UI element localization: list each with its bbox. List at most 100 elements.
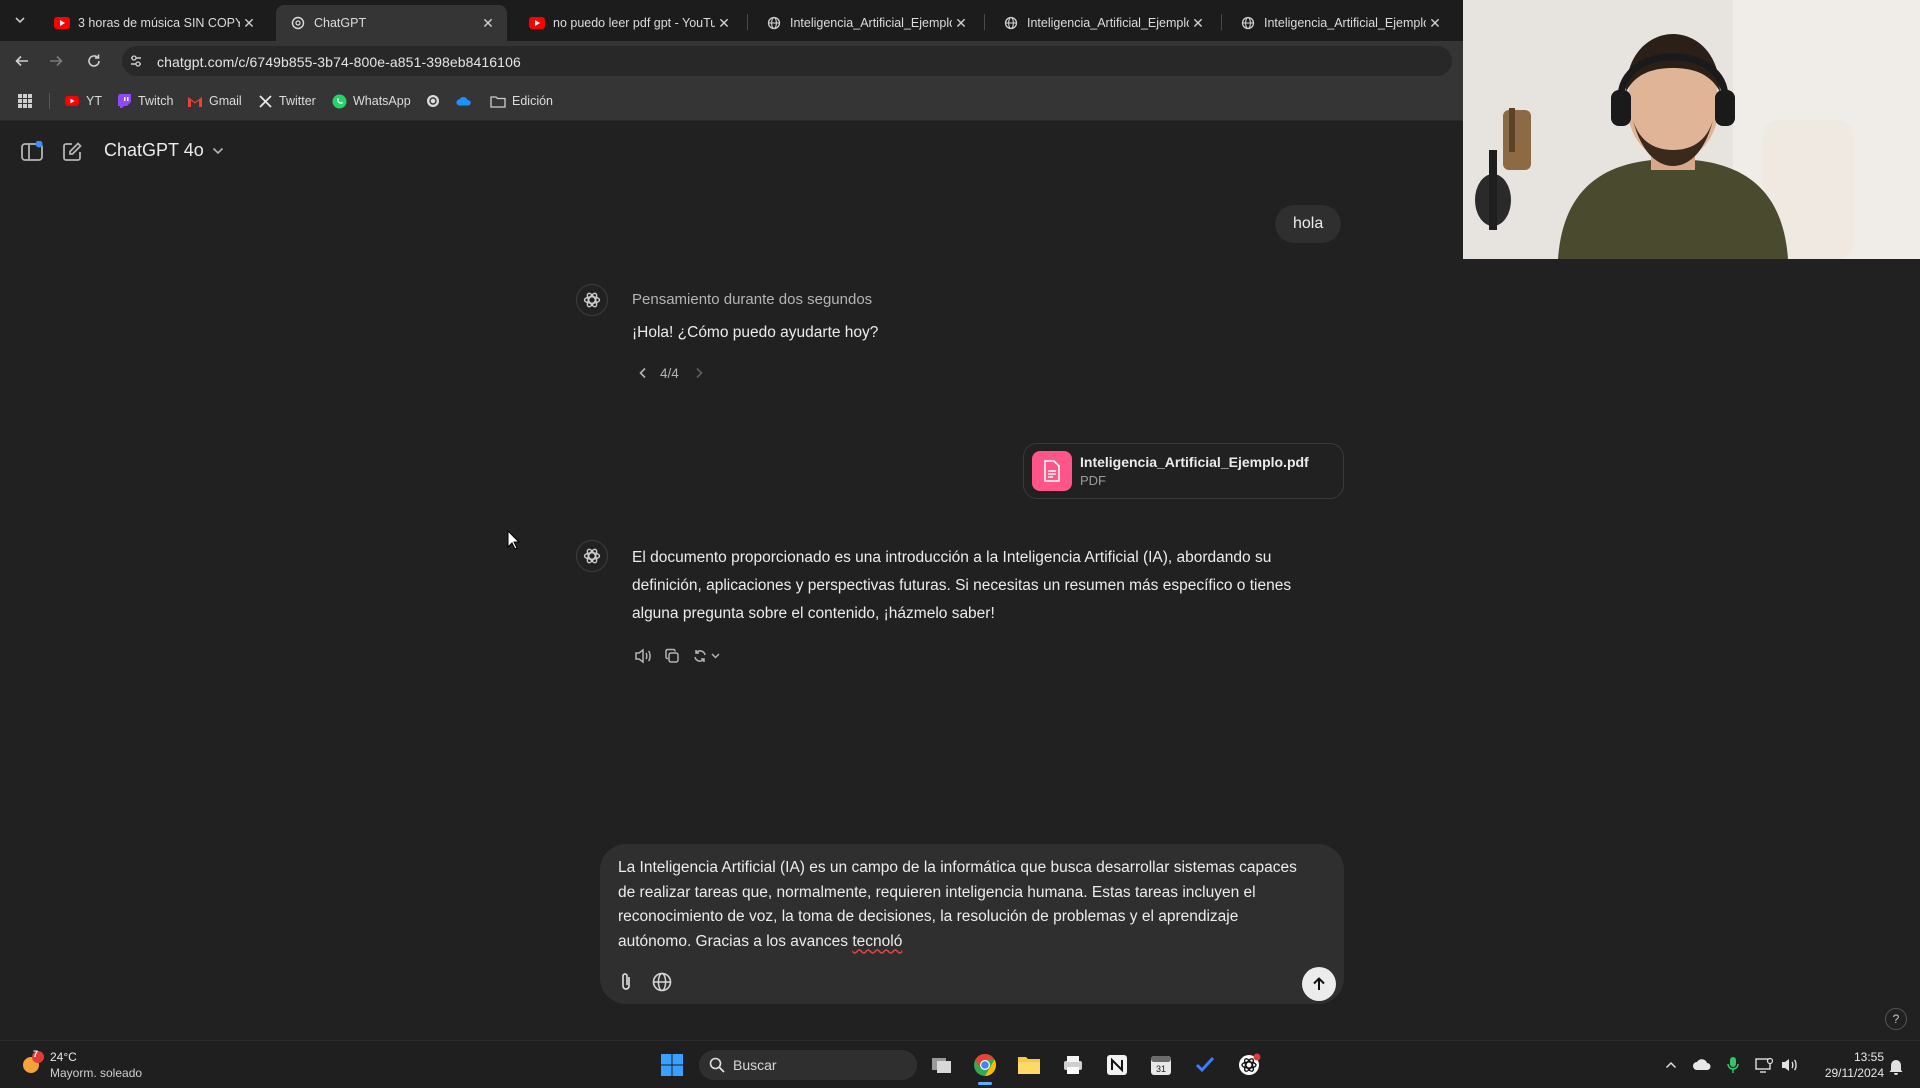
- weather-description[interactable]: Mayorm. soleado: [50, 1066, 142, 1080]
- assistant-message: El documento proporcionado es una introd…: [632, 544, 1352, 628]
- file-name: Inteligencia_Artificial_Ejemplo.pdf: [1080, 454, 1309, 470]
- twitch-icon: [116, 93, 132, 109]
- taskbar-search[interactable]: Buscar: [699, 1050, 917, 1080]
- copy-icon[interactable]: [661, 645, 683, 667]
- gmail-icon: [187, 93, 203, 109]
- weather-temperature[interactable]: 24°C: [50, 1050, 77, 1064]
- chevron-up-icon[interactable]: [1664, 1058, 1678, 1072]
- volume-icon[interactable]: [1780, 1057, 1798, 1073]
- bookmark-onedrive[interactable]: [456, 91, 478, 111]
- composer-line-text: autónomo. Gracias a los avances: [618, 932, 853, 950]
- clock-time[interactable]: 13:55: [1848, 1050, 1884, 1064]
- document-icon: [1032, 451, 1072, 491]
- browser-tab[interactable]: Inteligencia_Artificial_Ejemplo.p ✕: [752, 5, 980, 41]
- bookmark-divider: [49, 93, 50, 109]
- attach-paperclip-icon[interactable]: [612, 968, 640, 996]
- assistant-message-line: definición, aplicaciones y perspectivas …: [632, 577, 1292, 594]
- bookmark-folder-edicion[interactable]: Edición: [490, 91, 553, 111]
- bookmark-label: Twitch: [138, 94, 174, 108]
- back-arrow-icon[interactable]: [10, 49, 34, 73]
- bookmark-label: YT: [86, 94, 102, 108]
- tab-divider: [1221, 14, 1222, 30]
- bookmark-gmail[interactable]: Gmail: [187, 91, 242, 111]
- misspelled-word: tecnoló: [852, 932, 903, 950]
- close-icon[interactable]: ✕: [1426, 14, 1444, 32]
- regenerate-icon[interactable]: [690, 645, 726, 667]
- chevron-right-icon[interactable]: [692, 366, 706, 380]
- weather-badge: 7: [33, 1049, 39, 1059]
- tasks-check-icon[interactable]: [1192, 1052, 1218, 1078]
- calendar-icon[interactable]: 31: [1148, 1052, 1174, 1078]
- file-attachment[interactable]: Inteligencia_Artificial_Ejemplo.pdf PDF: [1023, 443, 1344, 499]
- apps-grid-icon[interactable]: [17, 91, 33, 111]
- active-app-indicator: [978, 1082, 992, 1085]
- chevron-left-icon[interactable]: [636, 366, 650, 380]
- composer-line: autónomo. Gracias a los avances tecnoló: [618, 930, 1330, 955]
- whatsapp-icon: [331, 93, 347, 109]
- composer-input[interactable]: La Inteligencia Artificial (IA) es un ca…: [618, 856, 1330, 954]
- model-selector[interactable]: ChatGPT 4o: [104, 140, 224, 161]
- notification-bell-icon[interactable]: [1888, 1057, 1904, 1075]
- chatgpt-app-icon[interactable]: [1236, 1052, 1262, 1078]
- web-search-globe-icon[interactable]: [648, 968, 676, 996]
- search-placeholder: Buscar: [733, 1057, 777, 1073]
- tab-title: 3 horas de música SIN COPYRIG: [78, 16, 240, 30]
- close-icon[interactable]: ✕: [952, 14, 970, 32]
- assistant-avatar: [576, 540, 608, 572]
- chatgpt-icon: [290, 15, 306, 31]
- url-text[interactable]: chatgpt.com/c/6749b855-3b74-800e-a851-39…: [157, 54, 521, 70]
- youtube-icon: [54, 15, 70, 31]
- assistant-message-line: alguna pregunta sobre el contenido, ¡ház…: [632, 605, 995, 622]
- close-icon[interactable]: ✕: [479, 14, 497, 32]
- new-chat-icon[interactable]: [58, 138, 86, 166]
- close-icon[interactable]: ✕: [715, 14, 733, 32]
- tab-divider: [747, 14, 748, 30]
- reasoning-toggle[interactable]: Pensamiento durante dos segundos: [632, 291, 872, 308]
- sidebar-toggle-icon[interactable]: [18, 138, 46, 166]
- chrome-icon[interactable]: [972, 1052, 998, 1078]
- globe-icon: [1240, 15, 1256, 31]
- bookmark-yt[interactable]: YT: [64, 91, 102, 111]
- forward-arrow-icon[interactable]: [44, 49, 68, 73]
- read-aloud-icon[interactable]: [632, 645, 654, 667]
- composer-line: reconocimiento de voz, la toma de decisi…: [618, 908, 1239, 925]
- search-icon: [709, 1057, 725, 1073]
- notion-icon[interactable]: [1104, 1052, 1130, 1078]
- help-button[interactable]: ?: [1885, 1008, 1907, 1030]
- chatgpt-icon: [425, 93, 441, 109]
- site-settings-icon[interactable]: [128, 53, 144, 69]
- assistant-message: ¡Hola! ¿Cómo puedo ayudarte hoy?: [632, 324, 879, 341]
- windows-start-icon[interactable]: [659, 1052, 685, 1078]
- bookmark-chatgpt[interactable]: [425, 91, 447, 111]
- tab-title: Inteligencia_Artificial_Ejemplo.p: [790, 16, 952, 30]
- bookmark-label: Gmail: [209, 94, 242, 108]
- task-view-icon[interactable]: [929, 1052, 955, 1078]
- file-explorer-icon[interactable]: [1016, 1052, 1042, 1078]
- clock-date[interactable]: 29/11/2024: [1814, 1066, 1884, 1080]
- browser-tab-active[interactable]: ChatGPT ✕: [276, 5, 507, 41]
- composer-line: de realizar tareas que, normalmente, req…: [618, 883, 1256, 901]
- browser-tab[interactable]: 3 horas de música SIN COPYRIG ✕: [40, 5, 268, 41]
- webcam-overlay: [1463, 0, 1920, 259]
- bookmark-twitter[interactable]: Twitter: [257, 91, 316, 111]
- tab-search-chevron-icon[interactable]: [8, 8, 32, 32]
- user-message: hola: [1275, 205, 1342, 243]
- browser-tab[interactable]: Inteligencia_Artificial_Ejemplo.p ✕: [1226, 5, 1454, 41]
- weather-icon[interactable]: [18, 1050, 46, 1078]
- onedrive-cloud-icon[interactable]: [1692, 1058, 1712, 1072]
- printer-app-icon[interactable]: [1060, 1052, 1086, 1078]
- bookmark-twitch[interactable]: Twitch: [116, 91, 173, 111]
- tab-title: Inteligencia_Artificial_Ejemplo.p: [1027, 16, 1189, 30]
- bookmark-label: Twitter: [279, 94, 316, 108]
- browser-tab[interactable]: no puedo leer pdf gpt - YouTub ✕: [515, 5, 743, 41]
- bookmark-whatsapp[interactable]: WhatsApp: [331, 91, 411, 111]
- reload-icon[interactable]: [82, 49, 106, 73]
- close-icon[interactable]: ✕: [1189, 14, 1207, 32]
- bookmark-label: WhatsApp: [353, 94, 411, 108]
- send-button[interactable]: [1302, 967, 1336, 1001]
- assistant-message-line: El documento proporcionado es una introd…: [632, 549, 1272, 566]
- microphone-icon[interactable]: [1726, 1056, 1740, 1074]
- close-icon[interactable]: ✕: [240, 14, 258, 32]
- browser-tab[interactable]: Inteligencia_Artificial_Ejemplo.p ✕: [989, 5, 1217, 41]
- network-icon[interactable]: [1755, 1057, 1773, 1073]
